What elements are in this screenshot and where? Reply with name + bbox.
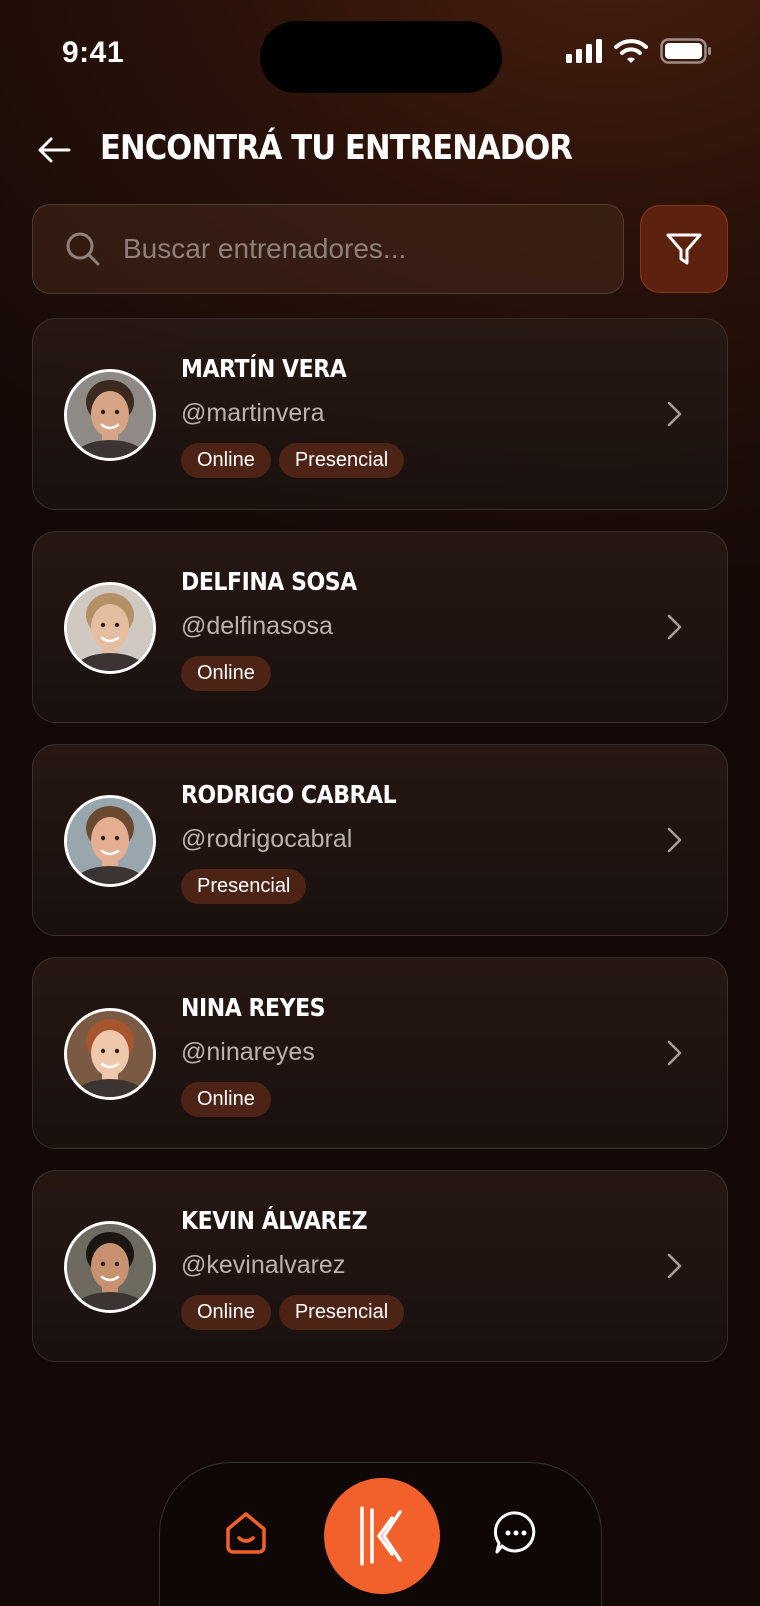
chevron-right-icon [667, 827, 682, 853]
search-input[interactable] [123, 233, 583, 265]
trainer-handle: @delfinasosa [181, 612, 333, 640]
tag-list: Online Presencial [181, 443, 405, 478]
trainer-card[interactable]: MARTÍN VERA @martinvera Online Presencial [32, 318, 728, 510]
avatar [64, 1008, 156, 1100]
trainer-card[interactable]: RODRIGO CABRAL @rodrigocabral Presencial [32, 744, 728, 936]
trainer-card[interactable]: NINA REYES @ninareyes Online [32, 957, 728, 1149]
search-icon [66, 232, 100, 266]
avatar-face-icon [67, 1011, 153, 1097]
avatar-face-icon [67, 585, 153, 671]
tag-badge: Online [181, 656, 271, 691]
avatar [64, 1221, 156, 1313]
avatar [64, 369, 156, 461]
tag-badge: Presencial [181, 869, 307, 904]
trainer-name: KEVIN ÁLVAREZ [181, 1206, 368, 1235]
avatar [64, 795, 156, 887]
tag-list: Online Presencial [181, 1295, 405, 1330]
nav-brand-button[interactable] [324, 1478, 440, 1594]
trainer-card[interactable]: DELFINA SOSA @delfinasosa Online [32, 531, 728, 723]
nav-home-button[interactable] [222, 1509, 270, 1557]
page-title: ENCONTRÁ TU ENTRENADOR [100, 128, 573, 168]
status-bar: 9:41 [0, 0, 760, 100]
brand-icon [360, 1506, 402, 1566]
trainer-list: MARTÍN VERA @martinvera Online Presencial DE… [32, 318, 728, 1383]
filter-button[interactable] [640, 205, 728, 293]
trainer-handle: @martinvera [181, 399, 325, 427]
avatar-face-icon [67, 798, 153, 884]
chat-icon [493, 1511, 536, 1554]
avatar-face-icon [67, 372, 153, 458]
tag-badge: Online [181, 1082, 271, 1117]
avatar-face-icon [67, 1224, 153, 1310]
filter-icon [666, 233, 702, 265]
tag-list: Online [181, 1082, 271, 1117]
status-icons [566, 36, 712, 66]
nav-chat-button[interactable] [492, 1509, 540, 1557]
chevron-right-icon [667, 401, 682, 427]
tag-badge: Online [181, 443, 271, 478]
search-box[interactable] [32, 204, 624, 294]
battery-icon [660, 38, 711, 64]
status-time: 9:41 [62, 36, 125, 69]
trainer-handle: @kevinalvarez [181, 1251, 346, 1279]
trainer-card[interactable]: KEVIN ÁLVAREZ @kevinalvarez Online Presenci… [32, 1170, 728, 1362]
tag-list: Presencial [181, 869, 307, 904]
arrow-left-icon [38, 137, 71, 163]
tag-list: Online [181, 656, 271, 691]
dynamic-island [260, 21, 502, 93]
trainer-handle: @ninareyes [181, 1038, 315, 1066]
avatar [64, 582, 156, 674]
trainer-name: DELFINA SOSA [181, 567, 357, 596]
tag-badge: Presencial [278, 1295, 405, 1330]
trainer-name: RODRIGO CABRAL [181, 780, 397, 809]
chevron-right-icon [667, 1040, 682, 1066]
trainer-handle: @rodrigocabral [181, 825, 353, 853]
chevron-right-icon [667, 1253, 682, 1279]
signal-icon [566, 39, 602, 63]
chevron-right-icon [667, 614, 682, 640]
trainer-name: MARTÍN VERA [181, 354, 347, 383]
trainer-name: NINA REYES [181, 993, 326, 1022]
wifi-icon [614, 39, 648, 63]
back-button[interactable] [32, 128, 76, 172]
bottom-nav [159, 1462, 602, 1606]
header: ENCONTRÁ TU ENTRENADOR [0, 120, 760, 180]
home-icon [226, 1512, 266, 1554]
tag-badge: Online [181, 1295, 271, 1330]
tag-badge: Presencial [278, 443, 405, 478]
